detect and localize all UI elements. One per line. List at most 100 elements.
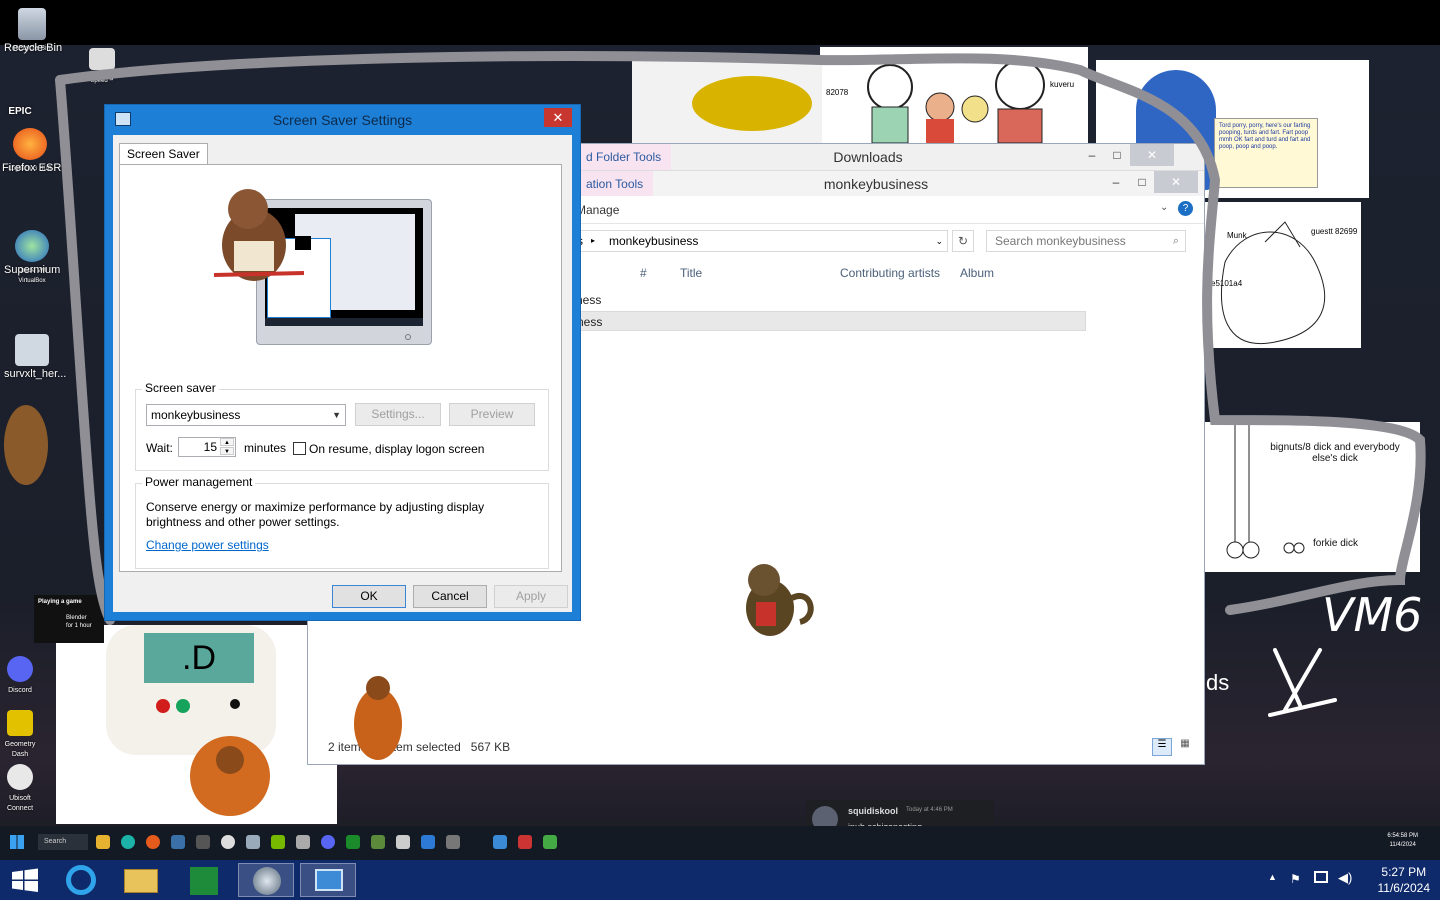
spin-up-icon[interactable]: ▲ (220, 438, 234, 446)
inner-search-box[interactable]: Search (38, 834, 88, 850)
column-number[interactable]: # (640, 266, 647, 280)
inner-clock[interactable]: 6:54:58 PM 11/4/2024 (1387, 832, 1418, 850)
inner-steam-icon[interactable] (171, 835, 185, 849)
column-headers: # Title Contributing artists Album (576, 262, 1204, 284)
show-hidden-icons-icon[interactable]: ▲ (1268, 872, 1277, 882)
change-power-settings-link[interactable]: Change power settings (146, 538, 269, 552)
epic-icon[interactable]: EPIC (0, 106, 40, 117)
application-tools-tab[interactable]: ation Tools (576, 171, 654, 197)
survxlt-icon[interactable]: survxlt_her... (4, 334, 66, 380)
inner-minecraft-icon[interactable] (371, 835, 385, 849)
game-name: Blender (66, 615, 87, 621)
inner-app-icon-7[interactable] (246, 835, 260, 849)
tiles-view-icon[interactable]: ▦ (1176, 738, 1194, 756)
toy-button-red (156, 699, 170, 713)
inner-firefox-icon[interactable] (146, 835, 160, 849)
dialog-close-button[interactable]: ✕ (544, 108, 572, 127)
inner-nvidia-icon[interactable] (271, 835, 285, 849)
taskbar-file-explorer[interactable] (114, 863, 170, 897)
inner-file-explorer-icon[interactable] (96, 835, 110, 849)
inner-discord-icon[interactable] (321, 835, 335, 849)
inner-app-icon-17[interactable] (518, 835, 532, 849)
file-row[interactable]: ness (576, 290, 1086, 310)
search-icon: ⌕ (1172, 235, 1179, 247)
discord-label: Discord (8, 687, 32, 694)
playing-label: Playing a game (38, 599, 82, 605)
inner-app-icon-16[interactable] (493, 835, 507, 849)
refresh-icon[interactable]: ↻ (952, 230, 974, 252)
file-row-selected[interactable]: ness (576, 311, 1086, 331)
column-artists[interactable]: Contributing artists (840, 266, 940, 280)
ribbon-expand-icon[interactable]: ⌄ (1160, 202, 1168, 213)
taskbar-ie[interactable] (54, 863, 110, 897)
inner-app-icon-5[interactable] (196, 835, 210, 849)
inner-search-label: Search (44, 838, 67, 845)
supermium-icon[interactable]: Supermium Oracle VM VirtualBox (4, 230, 60, 284)
ok-button[interactable]: OK (332, 585, 406, 608)
power-description-1: Conserve energy or maximize performance … (146, 500, 485, 514)
taskbar: ▲ ⚑ ◀) 5:27 PM 11/6/2024 (0, 860, 1440, 900)
taskbar-monkey-app[interactable] (238, 863, 294, 897)
geometry-dash-icon[interactable]: Geometry Dash (0, 710, 40, 758)
close-button[interactable]: ✕ (1154, 171, 1198, 193)
screen-saver-select[interactable]: monkeybusiness ▼ (146, 404, 346, 426)
banana-face (692, 76, 812, 131)
downloads-maximize-button[interactable]: □ (1103, 144, 1131, 166)
ribbon-manage-tab[interactable]: Manage (576, 203, 619, 217)
spin-down-icon[interactable]: ▼ (220, 447, 234, 455)
inner-app-icon-15[interactable] (446, 835, 460, 849)
flag-icon[interactable]: ⚑ (1290, 872, 1301, 886)
inner-start-icon[interactable] (10, 835, 24, 849)
inner-app-icon-14[interactable] (421, 835, 435, 849)
volume-icon[interactable]: ◀) (1338, 870, 1352, 886)
preview-button[interactable]: Preview (449, 403, 535, 426)
game-time: for 1 hour (66, 623, 92, 629)
column-title[interactable]: Title (680, 266, 702, 280)
maximize-button[interactable]: □ (1128, 171, 1156, 193)
trash-icon (18, 8, 46, 40)
downloads-close-button[interactable]: ✕ (1130, 144, 1174, 166)
apply-button[interactable]: Apply (494, 585, 568, 608)
discord-icon[interactable]: Discord (0, 656, 40, 694)
cancel-button[interactable]: Cancel (413, 585, 487, 608)
resume-logon-label[interactable]: On resume, display logon screen (309, 442, 484, 456)
column-album[interactable]: Album (960, 266, 994, 280)
ubisoft-icon[interactable]: Ubisoft Connect (0, 764, 40, 812)
taskbar-clock[interactable]: 5:27 PM 11/6/2024 (1378, 864, 1431, 896)
inner-app-icon-13[interactable] (396, 835, 410, 849)
handwritten-vm6: VM6 (1322, 588, 1423, 642)
downloads-minimize-button[interactable]: – (1078, 144, 1106, 166)
inner-app-icon-18[interactable] (543, 835, 557, 849)
nfs-logo-icon (89, 48, 115, 70)
help-icon[interactable]: ? (1178, 201, 1193, 216)
wallpaper-notes: bignuts/8 dick and everybody else's dick… (1205, 422, 1420, 572)
settings-button[interactable]: Settings... (355, 403, 441, 426)
inner-chrome-icon[interactable] (221, 835, 235, 849)
search-input[interactable]: Search monkeybusiness ⌕ (986, 230, 1186, 252)
screen-saver-dialog[interactable]: Screen Saver Settings ✕ Screen Saver Scr… (104, 104, 581, 621)
resume-logon-checkbox[interactable] (293, 442, 306, 455)
preview-taskbar (265, 318, 423, 326)
taskbar-screen-saver-settings[interactable] (300, 863, 356, 897)
screen-saver-panel: Screen saver monkeybusiness ▼ Settings..… (119, 164, 562, 572)
wait-minutes-stepper[interactable]: 15 ▲ ▼ (178, 437, 236, 457)
wait-value: 15 (203, 440, 217, 454)
network-icon[interactable] (1314, 871, 1328, 883)
details-view-icon[interactable]: ☰ (1152, 738, 1172, 756)
folder-tools-tab[interactable]: d Folder Tools (576, 144, 672, 170)
inner-xbox-icon[interactable] (346, 835, 360, 849)
inner-app-icon-9[interactable] (296, 835, 310, 849)
address-dropdown-icon[interactable]: ⌄ (935, 231, 943, 251)
tab-screen-saver[interactable]: Screen Saver (119, 143, 208, 165)
recycle-bin-icon[interactable]: Recycle Bin Recycle Bin (4, 8, 62, 54)
comic-number: 82078 (826, 88, 849, 97)
start-button[interactable] (0, 860, 50, 900)
firefox-icon[interactable]: Firefox ESR Logitech G HUB (2, 128, 61, 174)
address-input[interactable]: s ▸ monkeybusiness ⌄ (576, 230, 948, 252)
downloads-title: Downloads (833, 149, 903, 165)
minimize-button[interactable]: – (1102, 171, 1130, 193)
inner-edge-icon[interactable] (121, 835, 135, 849)
nfs-icon[interactable]: Need for Speed™ (80, 48, 124, 84)
dialog-body: Screen Saver Screen saver monkeybusiness… (113, 135, 572, 612)
taskbar-store[interactable] (176, 863, 232, 897)
